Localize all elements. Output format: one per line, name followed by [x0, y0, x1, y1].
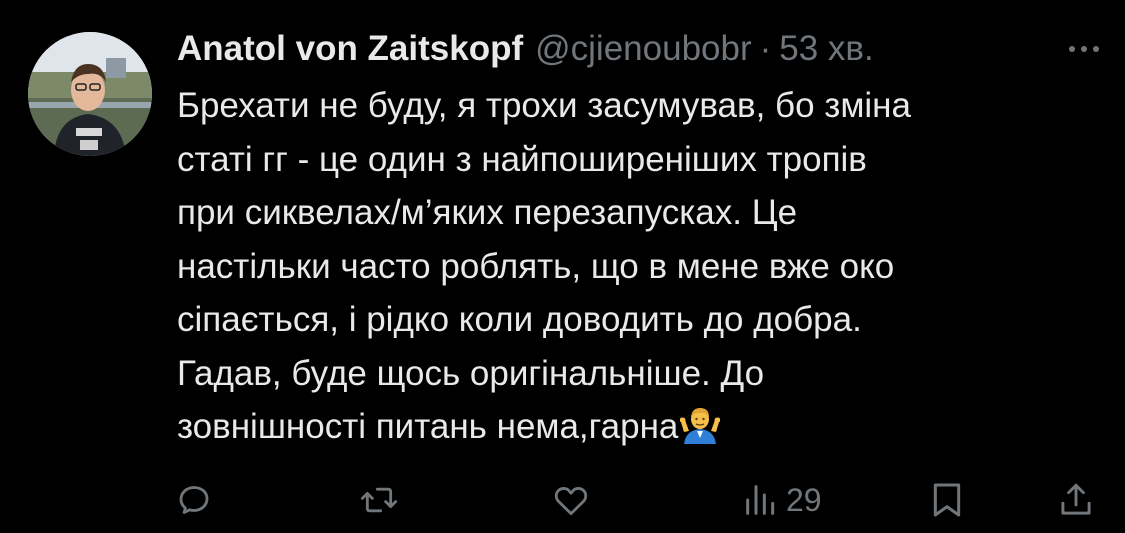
display-name[interactable]: Anatol von Zaitskopf	[177, 29, 523, 69]
timestamp[interactable]: 53 хв.	[779, 29, 873, 69]
bookmark-icon	[933, 483, 961, 517]
avatar[interactable]	[28, 32, 152, 156]
reply-icon	[179, 486, 209, 514]
more-horizontal-icon	[1069, 46, 1075, 52]
bookmark-button[interactable]	[930, 472, 964, 528]
tweet-actions: 29	[0, 472, 1125, 528]
views-button[interactable]: 29	[744, 472, 822, 528]
retweet-button[interactable]	[358, 472, 400, 528]
views-bar-chart-icon	[746, 485, 775, 515]
like-button[interactable]	[551, 472, 591, 528]
tweet-text-line: сіпається, і рідко коли доводить до добр…	[177, 300, 862, 339]
tweet-text-line: статі гг - це один з найпоширеніших троп…	[177, 139, 867, 179]
tweet-text: Брехати не буду, я трохи засумував, бо з…	[177, 79, 1107, 460]
tweet-text-line: зовнішності питань нема,гарна	[177, 407, 679, 446]
tweet-text-line: Брехати не буду, я трохи засумував, бо з…	[177, 86, 911, 125]
separator-dot: ·	[759, 29, 772, 68]
tweet[interactable]: Anatol von Zaitskopf @cjienoubobr · 53 х…	[0, 0, 1125, 533]
tweet-text-last-line: зовнішності питань нема,гарна	[177, 400, 1107, 460]
tweet-text-line: Гадав, буде щось оригінальніше. До	[177, 353, 765, 393]
user-handle[interactable]: @cjienoubobr	[535, 29, 752, 69]
reply-button[interactable]	[174, 472, 214, 528]
share-icon	[1061, 483, 1091, 515]
like-heart-icon	[554, 487, 588, 516]
avatar-photo-icon	[28, 32, 152, 156]
tweet-text-line: настільки часто роблять, що в мене вже о…	[177, 246, 895, 286]
shrug-emoji-icon	[679, 404, 721, 460]
more-options-button[interactable]	[1057, 34, 1111, 64]
views-count: 29	[786, 481, 822, 518]
retweet-icon	[360, 487, 398, 513]
tweet-header: Anatol von Zaitskopf @cjienoubobr · 53 х…	[177, 24, 1105, 74]
tweet-text-line: при сиквелах/м’яких перезапусках. Це	[177, 193, 798, 232]
share-button[interactable]	[1058, 472, 1094, 528]
